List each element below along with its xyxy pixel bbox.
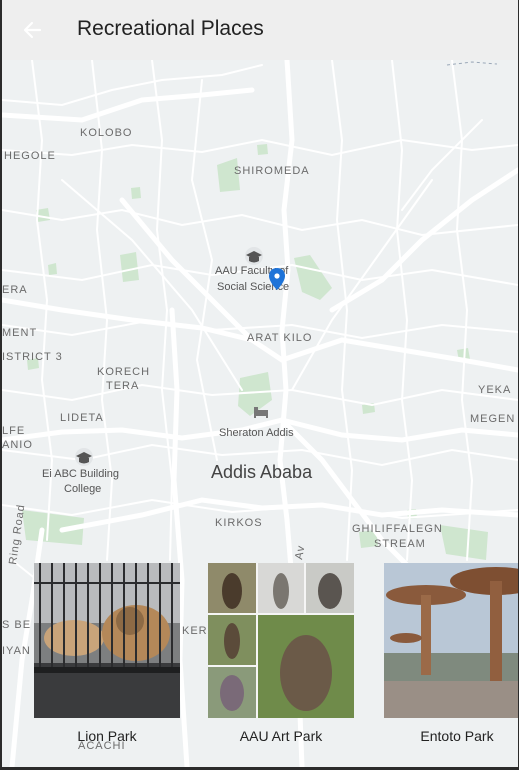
- map-label-av: Av: [293, 544, 307, 561]
- back-button[interactable]: [16, 14, 48, 46]
- map-label-arat-kilo: ARAT KILO: [247, 332, 312, 344]
- graduation-cap-icon: [75, 448, 93, 466]
- map-label-korech: KORECH: [97, 366, 150, 378]
- map-label-megen: MEGEN: [470, 413, 515, 425]
- map-label-ghiliffalegn: GHILIFFALEGN: [352, 523, 443, 535]
- map-label-anio: ANIO: [2, 439, 33, 451]
- map-label-district: ISTRICT 3: [2, 351, 63, 363]
- place-card-aau-art-park[interactable]: AAU Art Park: [208, 563, 354, 744]
- map-label-ei-abc: Ei ABC Building: [42, 468, 119, 480]
- place-cards: Lion Park AAU Art Park Entoto Park: [2, 563, 518, 763]
- arrow-back-icon: [23, 21, 42, 39]
- lion-park-photo: [34, 563, 180, 718]
- map-label-college: College: [64, 483, 101, 495]
- place-card-entoto-park[interactable]: Entoto Park: [384, 563, 518, 744]
- map-label-kolobo: KOLOBO: [80, 127, 132, 139]
- map-label-alfe: LFE: [2, 425, 25, 437]
- map-label-lideta: LIDETA: [60, 412, 104, 424]
- place-name: Lion Park: [77, 728, 137, 744]
- graduation-cap-icon: [245, 247, 263, 265]
- map-label-kirkos: KIRKOS: [215, 517, 263, 529]
- map-label-tera: TERA: [106, 380, 139, 392]
- map-label-city: Addis Ababa: [211, 462, 313, 482]
- place-name: AAU Art Park: [239, 728, 323, 744]
- map-label-sheraton: Sheraton Addis: [219, 427, 294, 439]
- app-screen: Recreational Places KOLOBO HEGOLE SHIROM…: [2, 0, 518, 767]
- app-bar: Recreational Places: [2, 0, 518, 60]
- place-card-lion-park[interactable]: Lion Park: [34, 563, 180, 744]
- map-label-stream: STREAM: [374, 538, 426, 550]
- map-label-yeka: YEKA: [478, 384, 511, 396]
- map-label-hegole: HEGOLE: [4, 150, 56, 162]
- entoto-park-photo: [384, 563, 518, 718]
- aau-art-park-photo: [208, 563, 354, 718]
- map-view[interactable]: KOLOBO HEGOLE SHIROMEDA AAU Faculty of S…: [2, 60, 518, 767]
- map-label-era: ERA: [2, 284, 28, 296]
- map-label-shiromeda: SHIROMEDA: [234, 165, 310, 177]
- map-label-ment: MENT: [2, 327, 37, 339]
- place-name: Entoto Park: [420, 728, 494, 744]
- page-title: Recreational Places: [77, 17, 264, 40]
